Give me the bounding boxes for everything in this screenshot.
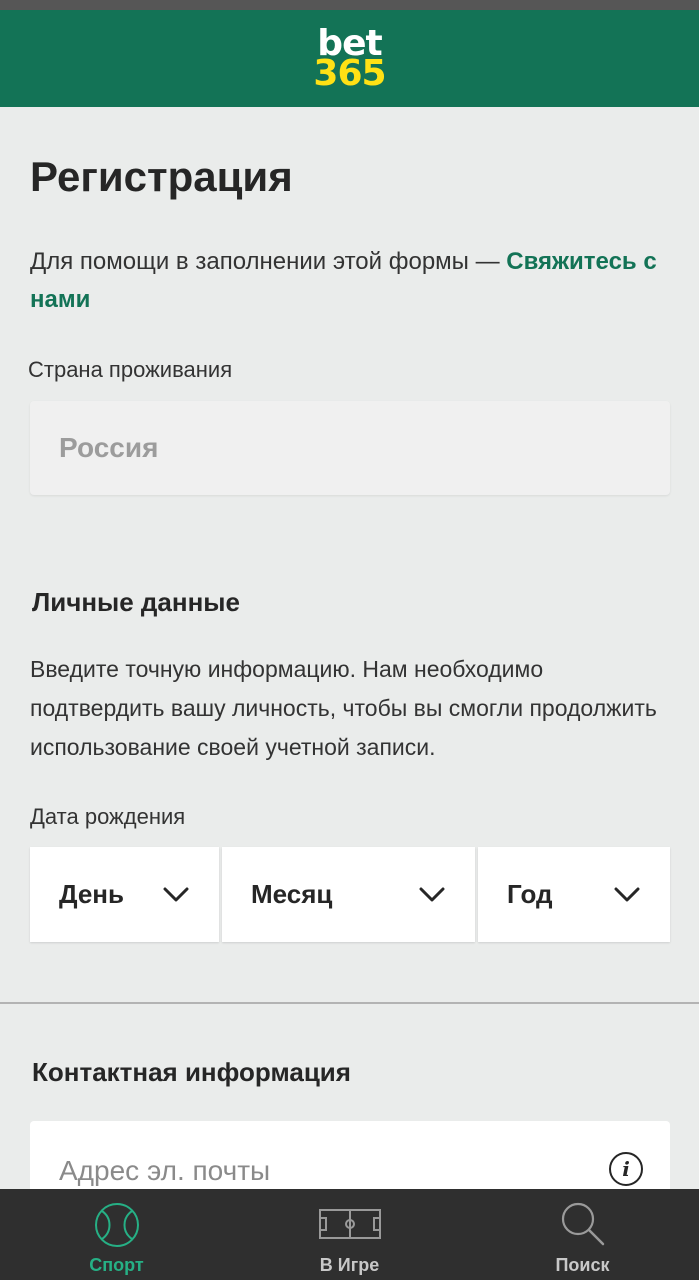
chevron-down-icon [614, 887, 640, 901]
nav-label-sport: Спорт [89, 1255, 144, 1275]
help-text: Для помощи в заполнении этой формы — Свя… [30, 243, 680, 319]
bottom-nav: Спорт В Игре Поиск [0, 1189, 699, 1280]
personal-data-description: Введите точную информацию. Нам необходим… [30, 656, 657, 760]
year-select[interactable]: Год [478, 847, 670, 942]
nav-label-in-play: В Игре [319, 1255, 380, 1275]
page-title: Регистрация [30, 153, 293, 200]
chevron-down-icon [163, 887, 189, 901]
day-select[interactable]: День [30, 847, 219, 942]
year-select-label: Год [507, 879, 553, 909]
contact-info-title: Контактная информация [32, 1057, 351, 1087]
dob-selects: День Месяц Год [30, 847, 670, 942]
pitch-icon [318, 1209, 381, 1239]
logo-text-bottom: 365 [313, 52, 386, 94]
nav-item-in-play[interactable]: В Игре [233, 1189, 466, 1280]
dob-label: Дата рождения [30, 804, 186, 829]
tennis-ball-icon [94, 1203, 139, 1247]
nav-item-search[interactable]: Поиск [466, 1189, 699, 1280]
day-select-label: День [59, 879, 124, 909]
bet365-logo[interactable]: bet 365 [313, 26, 386, 94]
month-select-label: Месяц [251, 879, 333, 909]
info-icon[interactable]: i [609, 1152, 643, 1186]
country-value: Россия [59, 432, 159, 463]
country-label: Страна проживания [28, 357, 233, 382]
nav-item-sport[interactable]: Спорт [0, 1189, 233, 1280]
month-select[interactable]: Месяц [222, 847, 475, 942]
section-divider [0, 1002, 699, 1004]
chevron-down-icon [419, 887, 445, 901]
personal-data-title: Личные данные [32, 587, 240, 617]
country-field[interactable]: Россия [30, 401, 670, 495]
status-strip [0, 0, 699, 10]
search-icon [561, 1202, 604, 1246]
nav-label-search: Поиск [555, 1255, 610, 1275]
top-bar: bet 365 [0, 10, 699, 107]
help-text-lead: Для помощи в заполнении этой формы — [30, 248, 507, 275]
